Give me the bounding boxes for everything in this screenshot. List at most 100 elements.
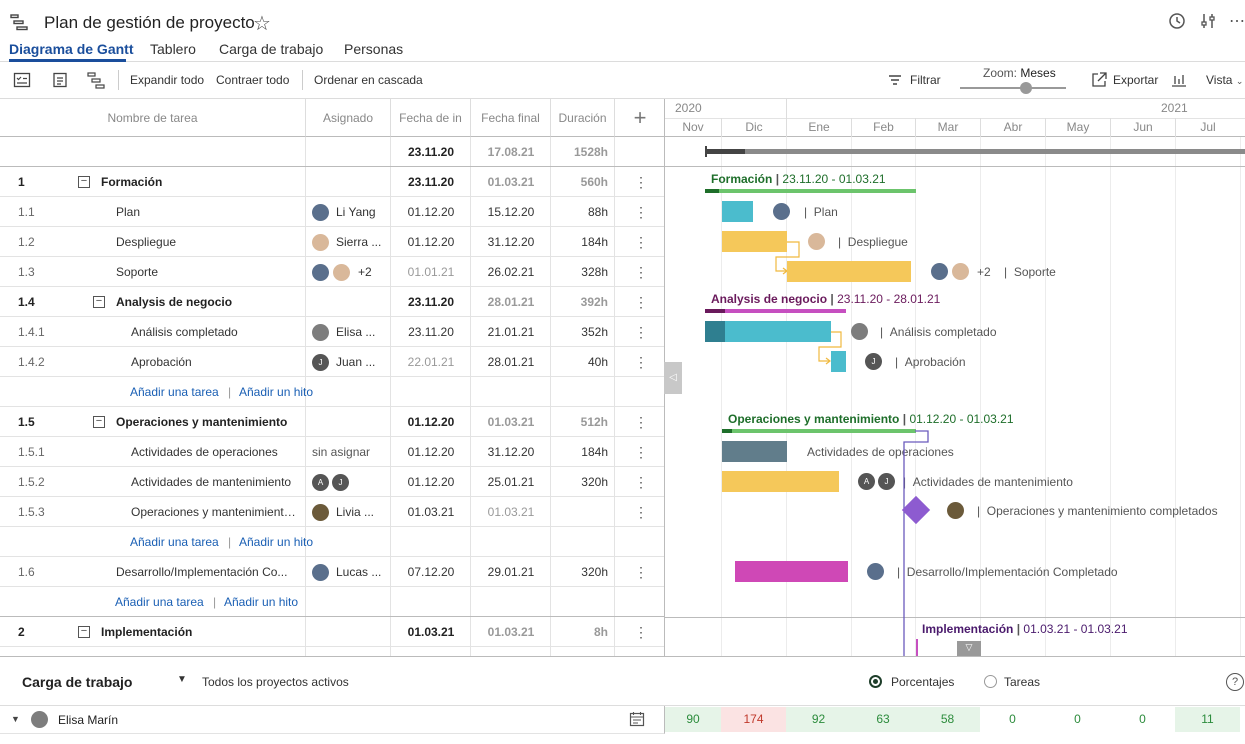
hierarchy-icon[interactable] bbox=[87, 71, 105, 89]
row-menu-icon[interactable]: ⋮ bbox=[634, 227, 648, 257]
task-name[interactable]: Operaciones y mantenimiento ... bbox=[131, 497, 301, 527]
task-name[interactable]: Implementación bbox=[101, 617, 301, 647]
collapse-icon[interactable]: − bbox=[93, 416, 105, 428]
tab-gantt[interactable]: Diagrama de Gantt bbox=[9, 41, 133, 57]
collapse-icon[interactable]: − bbox=[93, 296, 105, 308]
table-row[interactable]: 1.4 − Analysis de negocio 23.11.20 28.01… bbox=[0, 287, 664, 317]
col-header-end-date[interactable]: Fecha final bbox=[471, 99, 551, 137]
task-bar-plan[interactable] bbox=[722, 201, 753, 222]
task-bar-aprobacion[interactable] bbox=[831, 351, 846, 372]
tab-people[interactable]: Personas bbox=[344, 41, 403, 57]
table-row-project-summary[interactable]: 23.11.20 17.08.21 1528h bbox=[0, 137, 664, 167]
zoom-slider-handle[interactable] bbox=[1020, 82, 1032, 94]
row-menu-icon[interactable]: ⋮ bbox=[634, 347, 648, 377]
row-menu-icon[interactable]: ⋮ bbox=[634, 617, 648, 647]
col-header-task-name[interactable]: Nombre de tarea bbox=[0, 99, 306, 137]
col-header-assignee[interactable]: Asignado bbox=[306, 99, 391, 137]
help-icon[interactable]: ? bbox=[1226, 673, 1244, 691]
export-button[interactable]: Exportar bbox=[1113, 73, 1158, 87]
table-row[interactable]: 1.3 Soporte +2 01.01.21 26.02.21 328h ⋮ bbox=[0, 257, 664, 287]
summary-bar-operaciones[interactable] bbox=[722, 429, 916, 433]
collapse-icon[interactable]: − bbox=[78, 626, 90, 638]
task-name[interactable]: Aprobación bbox=[131, 347, 301, 377]
row-menu-icon[interactable]: ⋮ bbox=[634, 167, 648, 197]
col-header-start-date[interactable]: Fecha de in bbox=[391, 99, 471, 137]
workload-row-person[interactable]: ▼ Elisa Marín bbox=[0, 706, 665, 734]
filter-button[interactable]: Filtrar bbox=[910, 73, 941, 87]
table-row[interactable]: 1.5.3 Operaciones y mantenimiento ... Li… bbox=[0, 497, 664, 527]
task-name[interactable]: Actividades de operaciones bbox=[131, 437, 301, 467]
cascade-sort-button[interactable]: Ordenar en cascada bbox=[314, 73, 423, 87]
add-milestone-link[interactable]: Añadir un hito bbox=[224, 587, 298, 617]
summary-bar-implementacion[interactable] bbox=[916, 639, 918, 656]
task-bar-soporte[interactable] bbox=[787, 261, 911, 282]
export-icon[interactable] bbox=[1090, 71, 1108, 89]
collapse-all-button[interactable]: Contraer todo bbox=[216, 73, 289, 87]
tab-workload[interactable]: Carga de trabajo bbox=[219, 41, 323, 57]
task-name[interactable]: Análisis completado bbox=[131, 317, 301, 347]
table-row[interactable]: 1.6 Desarrollo/Implementación Co... Luca… bbox=[0, 557, 664, 587]
row-menu-icon[interactable]: ⋮ bbox=[634, 287, 648, 317]
task-name[interactable]: Operaciones y mantenimiento bbox=[116, 407, 301, 437]
row-menu-icon[interactable]: ⋮ bbox=[634, 317, 648, 347]
zoom-slider-track[interactable] bbox=[960, 87, 1066, 89]
task-bar-actividades-operaciones[interactable] bbox=[722, 441, 787, 462]
radio-percent-label[interactable]: Porcentajes bbox=[891, 675, 954, 689]
summary-bar-formacion[interactable] bbox=[705, 189, 916, 193]
table-row[interactable]: 2 − Implementación 01.03.21 01.03.21 8h … bbox=[0, 617, 664, 647]
add-milestone-link[interactable]: Añadir un hito bbox=[239, 527, 313, 557]
task-bar-desarrollo[interactable] bbox=[735, 561, 848, 582]
add-milestone-link[interactable]: Añadir un hito bbox=[239, 377, 313, 407]
summary-bar-analysis[interactable] bbox=[705, 309, 846, 313]
col-header-duration[interactable]: Duración bbox=[551, 99, 615, 137]
project-summary-bar[interactable] bbox=[705, 149, 1245, 154]
radio-tasks[interactable] bbox=[984, 675, 997, 688]
table-row[interactable]: 1.1 Plan Li Yang 01.12.20 15.12.20 88h ⋮ bbox=[0, 197, 664, 227]
dropdown-caret-icon[interactable]: ▼ bbox=[177, 674, 187, 685]
task-list-icon[interactable] bbox=[51, 71, 69, 89]
expand-caret-icon[interactable]: ▼ bbox=[11, 714, 20, 724]
task-name[interactable]: Actividades de mantenimiento bbox=[131, 467, 301, 497]
row-menu-icon[interactable]: ⋮ bbox=[634, 437, 648, 467]
baseline-icon[interactable] bbox=[1170, 71, 1188, 89]
radio-percent[interactable] bbox=[869, 675, 882, 688]
add-task-link[interactable]: Añadir una tarea bbox=[130, 377, 219, 407]
checklist-icon[interactable] bbox=[13, 71, 31, 89]
collapse-icon[interactable]: − bbox=[78, 176, 90, 188]
task-name[interactable]: Desarrollo/Implementación Co... bbox=[116, 557, 301, 587]
task-name[interactable]: Despliegue bbox=[116, 227, 301, 257]
table-row[interactable]: 1 − Formación 23.11.20 01.03.21 560h ⋮ bbox=[0, 167, 664, 197]
task-name[interactable]: Formación bbox=[101, 167, 301, 197]
row-menu-icon[interactable]: ⋮ bbox=[634, 407, 648, 437]
task-name[interactable]: Analysis de negocio bbox=[116, 287, 301, 317]
radio-tasks-label[interactable]: Tareas bbox=[1004, 675, 1040, 689]
add-task-link[interactable]: Añadir una tarea bbox=[130, 527, 219, 557]
filter-icon[interactable] bbox=[886, 71, 904, 89]
calendar-icon[interactable] bbox=[629, 711, 645, 727]
expand-all-button[interactable]: Expandir todo bbox=[130, 73, 204, 87]
workload-project-filter[interactable]: Todos los proyectos activos bbox=[202, 675, 349, 689]
add-task-link[interactable]: Añadir una tarea bbox=[115, 587, 204, 617]
row-menu-icon[interactable]: ⋮ bbox=[634, 557, 648, 587]
view-menu[interactable]: Vista ⌄ bbox=[1206, 73, 1243, 87]
history-icon[interactable] bbox=[1167, 11, 1187, 31]
task-bar-actividades-mantenimiento[interactable] bbox=[722, 471, 839, 492]
table-row[interactable]: 1.4.2 Aprobación J Juan ... 22.01.21 28.… bbox=[0, 347, 664, 377]
task-name[interactable]: Plan bbox=[116, 197, 301, 227]
table-row[interactable]: 1.4.1 Análisis completado Elisa ... 23.1… bbox=[0, 317, 664, 347]
row-menu-icon[interactable]: ⋮ bbox=[634, 197, 648, 227]
more-icon[interactable]: ⋯ bbox=[1229, 11, 1245, 31]
task-name[interactable]: Soporte bbox=[116, 257, 301, 287]
table-row[interactable]: 1.5.1 Actividades de operaciones sin asi… bbox=[0, 437, 664, 467]
table-row[interactable]: 1.5.2 Actividades de mantenimiento A J 0… bbox=[0, 467, 664, 497]
row-menu-icon[interactable]: ⋮ bbox=[634, 497, 648, 527]
add-column-button[interactable]: + bbox=[615, 99, 664, 137]
table-row[interactable]: 1.2 Despliegue Sierra ... 01.12.20 31.12… bbox=[0, 227, 664, 257]
settings-sliders-icon[interactable] bbox=[1198, 11, 1218, 31]
scroll-down-handle[interactable]: ▽ bbox=[957, 641, 981, 656]
table-row[interactable]: 1.5 − Operaciones y mantenimiento 01.12.… bbox=[0, 407, 664, 437]
star-icon[interactable]: ☆ bbox=[253, 11, 271, 36]
row-menu-icon[interactable]: ⋮ bbox=[634, 257, 648, 287]
row-menu-icon[interactable]: ⋮ bbox=[634, 467, 648, 497]
tab-board[interactable]: Tablero bbox=[150, 41, 196, 57]
